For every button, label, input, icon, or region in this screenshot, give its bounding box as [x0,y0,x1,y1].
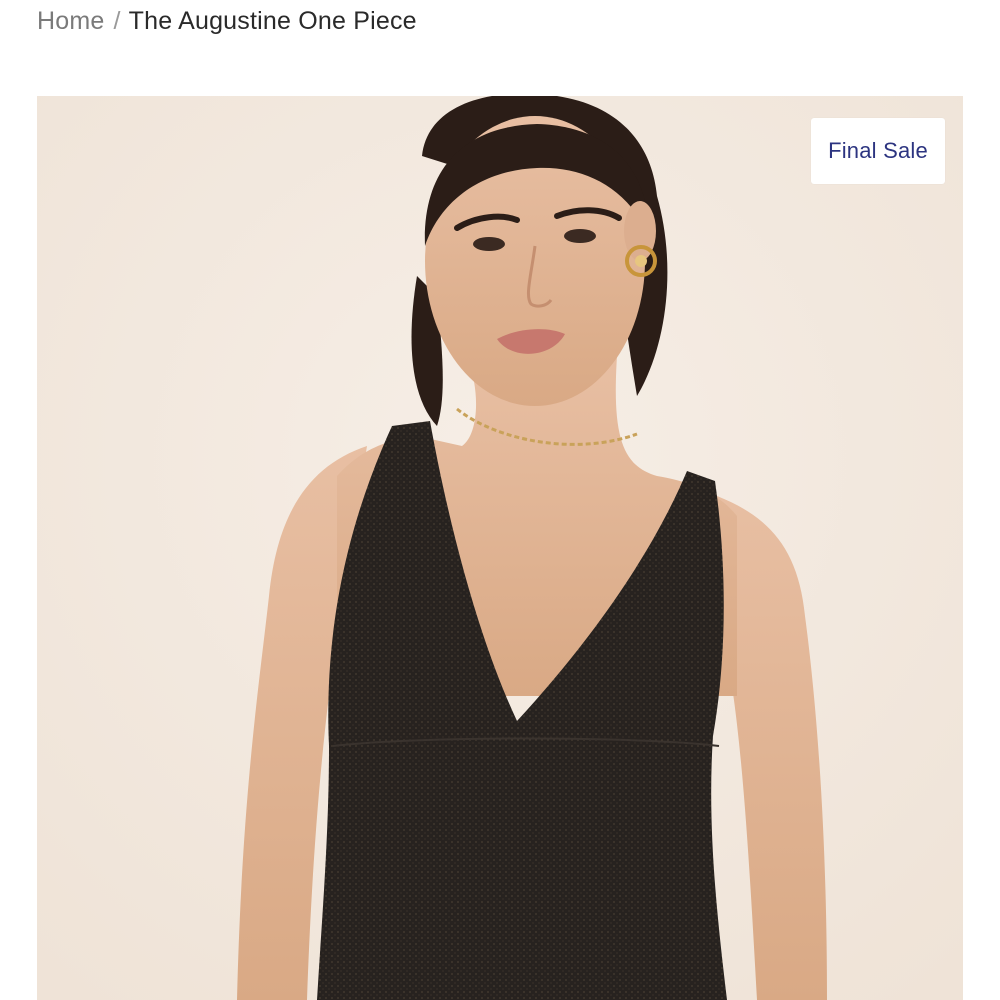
breadcrumb-home-link[interactable]: Home [37,7,105,36]
product-photo-illustration [37,96,963,1000]
final-sale-badge: Final Sale [811,118,945,184]
breadcrumb-current-page: The Augustine One Piece [128,6,417,35]
left-eye [473,237,505,251]
product-image[interactable] [37,96,963,1000]
right-eye [564,229,596,243]
breadcrumb-separator: / [113,6,121,35]
earring-center [635,255,647,267]
breadcrumb: Home / The Augustine One Piece [37,4,417,38]
